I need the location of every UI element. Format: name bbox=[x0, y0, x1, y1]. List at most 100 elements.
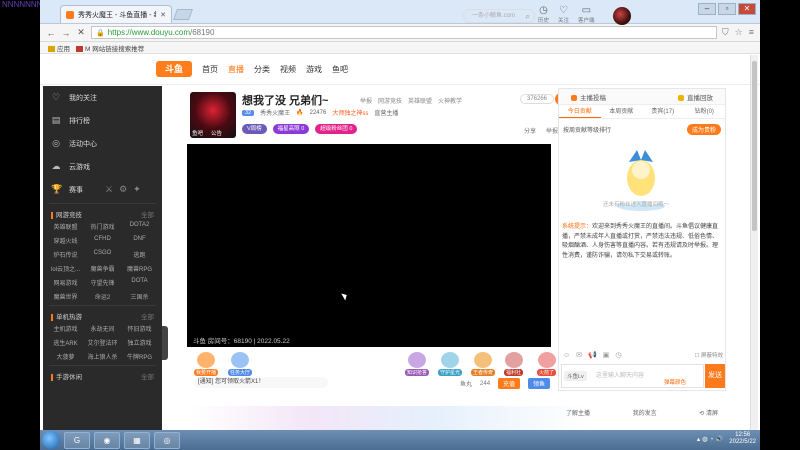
announcement-link[interactable]: 公告 bbox=[211, 129, 222, 137]
nav-games[interactable]: 游戏 bbox=[306, 64, 322, 75]
game-link[interactable]: DOTA bbox=[121, 278, 158, 287]
game-link[interactable]: 海上狼人杀 bbox=[84, 352, 121, 361]
replay-button[interactable]: 直播回放 bbox=[678, 92, 713, 102]
game-link[interactable]: 牛牌RPG bbox=[121, 352, 158, 361]
tab-vip[interactable]: 贵宾(17) bbox=[642, 105, 684, 118]
danmu-color-button[interactable]: 弹幕颜色 bbox=[664, 378, 686, 386]
search-input[interactable]: 一条小鲸鱼.com ⌕ bbox=[463, 9, 535, 23]
clock[interactable]: 12:56 2022/5/22 bbox=[729, 432, 756, 446]
game-link[interactable]: 魔兽争霸 bbox=[84, 264, 121, 273]
game-link[interactable]: DNF bbox=[121, 236, 158, 245]
megaphone-icon[interactable]: 📢 bbox=[588, 351, 597, 359]
tab-week[interactable]: 本周贡献 bbox=[601, 105, 643, 118]
more-link[interactable]: 全部 bbox=[141, 311, 154, 321]
recharge-button[interactable]: 充值 bbox=[498, 378, 521, 389]
nav-fishbar[interactable]: 鱼吧 bbox=[332, 64, 348, 75]
nav-home[interactable]: 首页 bbox=[202, 64, 218, 75]
gift-item[interactable]: 王者传奇 bbox=[471, 352, 496, 376]
sidebar-item-follow[interactable]: ♡ 我的关注 bbox=[43, 86, 162, 109]
taskbar-app-game[interactable]: G bbox=[64, 431, 90, 449]
share-button[interactable]: 分享 bbox=[524, 126, 536, 135]
game-link[interactable]: 魔兽世界 bbox=[47, 292, 84, 301]
streamer-name[interactable]: 秀秀火魔王 bbox=[260, 108, 290, 117]
game-link[interactable]: 大菠萝 bbox=[47, 352, 84, 361]
game-link[interactable]: DOTA2 bbox=[121, 222, 158, 231]
sidebar-item-events[interactable]: ◎ 活动中心 bbox=[43, 132, 162, 155]
sidebar-collapse-handle[interactable] bbox=[162, 326, 168, 360]
game-link[interactable]: 魔兽RPG bbox=[121, 264, 158, 273]
game-link[interactable]: 逃生ARK bbox=[47, 338, 84, 347]
game-link[interactable]: 网易游戏 bbox=[47, 278, 84, 287]
game-link[interactable]: 守望先锋 bbox=[84, 278, 121, 287]
game-link[interactable]: 怀旧游戏 bbox=[121, 324, 158, 333]
douyu-logo[interactable]: 斗鱼 bbox=[156, 61, 192, 77]
about-streamer-link[interactable]: 了解主播 bbox=[566, 408, 590, 417]
game-link[interactable]: 艾尔登法环 bbox=[84, 338, 121, 347]
nav-live[interactable]: 直播 bbox=[228, 64, 244, 75]
game-link[interactable]: 炉石传说 bbox=[47, 250, 84, 259]
taskbar-app-explorer[interactable]: ▦ bbox=[124, 431, 150, 449]
close-tab-icon[interactable]: ✕ bbox=[160, 11, 166, 19]
url-input[interactable]: 🔒 https://www.douyu.com/68190 bbox=[91, 26, 717, 39]
game-link[interactable]: 穿越火线 bbox=[47, 236, 84, 245]
image-icon[interactable]: ▣ bbox=[603, 351, 610, 359]
my-messages-link[interactable]: 我的发言 bbox=[633, 408, 657, 417]
maximize-button[interactable]: ▫ bbox=[718, 3, 736, 15]
page-scrollbar[interactable] bbox=[750, 55, 758, 430]
game-link[interactable]: 独立游戏 bbox=[121, 338, 158, 347]
tab-diamond[interactable]: 钻粉(0) bbox=[684, 105, 726, 118]
nav-category[interactable]: 分类 bbox=[254, 64, 270, 75]
bookmark-apps[interactable]: 应用 bbox=[48, 43, 70, 53]
taskbar-app-chrome[interactable]: ◎ bbox=[154, 431, 180, 449]
start-button[interactable] bbox=[42, 431, 60, 449]
gift-item[interactable]: 守护星光 bbox=[438, 352, 463, 376]
chat-input[interactable]: 斗鱼Lv 这里输入聊天内容 弹幕颜色 bbox=[561, 364, 704, 388]
minimize-button[interactable]: ‒ bbox=[698, 3, 716, 15]
send-button[interactable]: 发送 bbox=[705, 364, 725, 388]
client-download-button[interactable]: ▭ 客户端 bbox=[578, 5, 595, 24]
user-avatar[interactable] bbox=[613, 7, 631, 25]
sidebar-item-rank[interactable]: ▤ 排行榜 bbox=[43, 109, 162, 132]
lucky-star-pill[interactable]: 福星高照 0 bbox=[272, 124, 310, 134]
become-fan-button[interactable]: 成为贵粉 bbox=[686, 124, 721, 135]
more-link[interactable]: 全部 bbox=[141, 209, 154, 219]
back-icon[interactable]: ← bbox=[46, 28, 56, 38]
game-link[interactable]: 英雄联盟 bbox=[47, 222, 84, 231]
submit-button[interactable]: 主播投稿 bbox=[571, 92, 606, 102]
tray-icons[interactable]: ▴ ◍ ◔ 🔊 bbox=[697, 435, 723, 443]
game-link[interactable]: 逃跑 bbox=[121, 250, 158, 259]
menu-icon[interactable]: ≡ bbox=[749, 27, 754, 38]
emoji-icon[interactable]: ☺ bbox=[563, 352, 570, 359]
game-link[interactable]: 永劫无间 bbox=[84, 324, 121, 333]
stop-icon[interactable]: ✕ bbox=[76, 27, 86, 38]
game-link[interactable]: 主机游戏 bbox=[47, 324, 84, 333]
block-effects-toggle[interactable]: ☐ 屏蔽特效 bbox=[695, 351, 723, 359]
taskbar-app-obs[interactable]: ◉ bbox=[94, 431, 120, 449]
fishbar-link[interactable]: 鱼吧 bbox=[192, 129, 203, 137]
game-link[interactable]: CFHD bbox=[84, 236, 121, 245]
bookmark-site[interactable]: M 网站链接搜索推荐 bbox=[76, 43, 144, 53]
history-button[interactable]: ◷ 历史 bbox=[538, 5, 549, 24]
gift-item[interactable]: 福利社 bbox=[504, 352, 524, 376]
clock-icon[interactable]: ◷ bbox=[615, 351, 621, 359]
sidebar-item-cloud-game[interactable]: ☁ 云游戏 bbox=[43, 155, 162, 178]
category-link[interactable]: 网游竞技 bbox=[378, 96, 402, 105]
game-link[interactable]: 热门游戏 bbox=[84, 222, 121, 231]
team-logo-icon[interactable]: ⚔ bbox=[105, 184, 113, 195]
forward-icon[interactable]: → bbox=[61, 28, 71, 38]
star-icon[interactable]: ☆ bbox=[735, 27, 743, 38]
game-link[interactable]: 三国杀 bbox=[121, 292, 158, 301]
close-window-button[interactable]: ✕ bbox=[738, 3, 756, 15]
report-link[interactable]: 举报 bbox=[360, 96, 372, 105]
gift-item[interactable]: 任务大厅 bbox=[228, 352, 253, 376]
team-logo-icon[interactable]: ⚙ bbox=[119, 184, 127, 195]
tab-today[interactable]: 今日贡献 bbox=[559, 105, 601, 118]
gift-icon[interactable]: ✉ bbox=[576, 351, 582, 359]
notice-banner[interactable]: [通知] 您可领取火箭X1！ bbox=[194, 377, 328, 388]
shield-icon[interactable]: ⛉ bbox=[722, 27, 729, 38]
browser-tab[interactable]: 秀秀火魔王 - 斗鱼直播 - 每个 ✕ bbox=[60, 5, 172, 23]
nav-video[interactable]: 视频 bbox=[280, 64, 296, 75]
gift-item[interactable]: 知识抢答 bbox=[405, 352, 430, 376]
get-yuwan-button[interactable]: 领鱼 bbox=[528, 378, 551, 389]
game-link[interactable]: lol云顶之... bbox=[47, 264, 84, 273]
